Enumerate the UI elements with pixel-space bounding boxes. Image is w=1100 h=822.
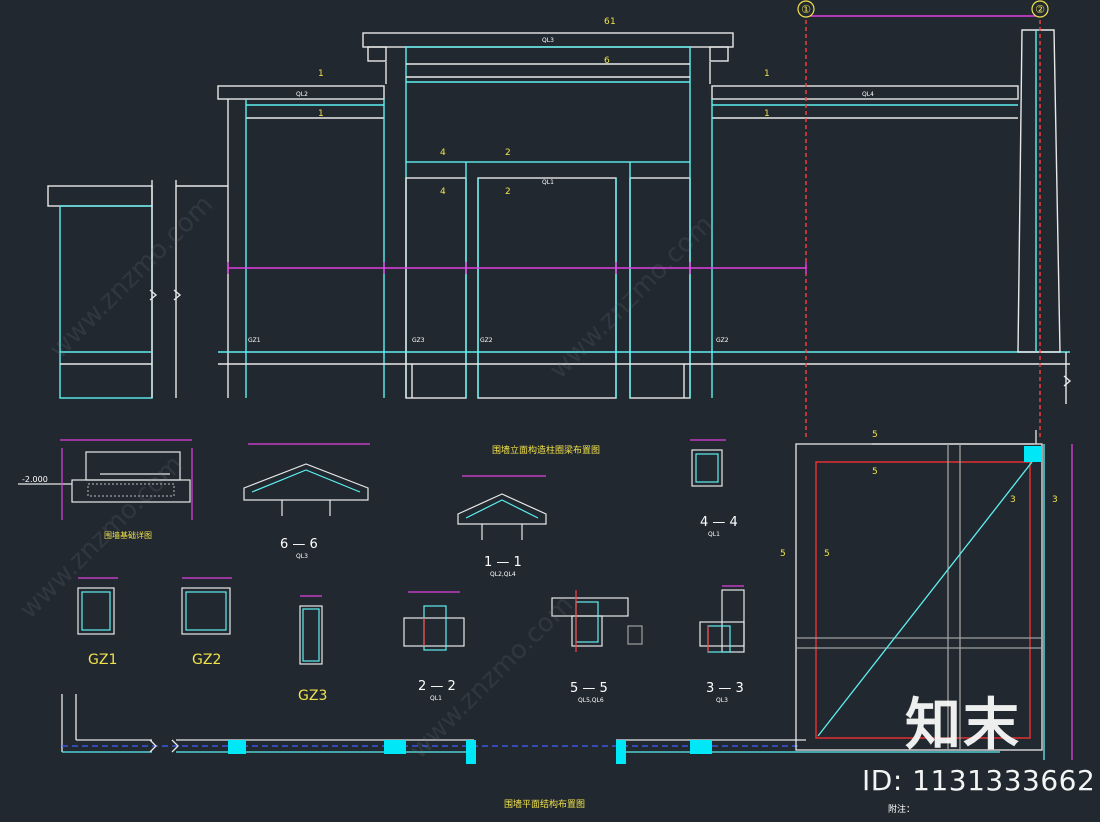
section-mark: 4 xyxy=(440,187,446,197)
axis-2-label: ② xyxy=(1035,3,1045,16)
section-3-3 xyxy=(699,585,745,653)
detail-mark: 3 xyxy=(1010,495,1016,505)
section-6-6-sub: QL3 xyxy=(296,553,308,560)
section-mark: 1 xyxy=(764,69,770,79)
watermark-logo: 知末 xyxy=(905,693,1021,758)
plan-title: 围墙平面结构布置图 xyxy=(504,798,585,810)
section-mark: 4 xyxy=(440,148,446,158)
corner-column-block xyxy=(1024,446,1042,462)
beam-label: QL4 xyxy=(862,91,874,98)
section-mark: 2 xyxy=(505,187,511,197)
section-4-4-title: 4 — 4 xyxy=(700,515,738,530)
section-1-1 xyxy=(457,475,547,540)
section-6-6 xyxy=(243,443,370,516)
beam-label: QL1 xyxy=(542,179,554,186)
section-1-1-title: 1 — 1 xyxy=(484,555,522,570)
elevation-section-marks: 6 6 1 1 1 1 1 4 2 4 2 xyxy=(318,17,770,197)
section-mark: 1 xyxy=(318,109,324,119)
wall-plan xyxy=(61,694,1000,753)
section-6-6-title: 6 — 6 xyxy=(280,537,318,552)
section-2-2-sub: QL1 xyxy=(430,695,442,702)
detail-marks: 5 5 5 5 3 3 xyxy=(780,430,1058,559)
svg-text:www.znzmo.com: www.znzmo.com xyxy=(404,590,579,765)
detail-mark: 5 xyxy=(780,549,786,559)
watermark-id: ID: 1131333662 xyxy=(862,764,1096,797)
section-3-3-sub: QL3 xyxy=(716,697,728,704)
beam-label: QL3 xyxy=(542,37,554,44)
foundation-level: -2.000 xyxy=(22,475,48,484)
elevation-small-labels: QL3 QL2 QL1 QL4 GZ1 GZ3 GZ2 GZ2 xyxy=(248,37,874,344)
section-mark: 1 xyxy=(764,109,770,119)
section-2-2-title: 2 — 2 xyxy=(418,679,456,694)
notes-title: 附注： xyxy=(888,803,915,815)
section-4-4-sub: QL1 xyxy=(708,531,720,538)
beam-label: QL2 xyxy=(296,91,308,98)
section-3-3-title: 3 — 3 xyxy=(706,681,744,696)
detail-mark: 5 xyxy=(872,467,878,477)
column-gz1-title: GZ1 xyxy=(88,652,117,668)
column-gz2-title: GZ2 xyxy=(192,652,221,668)
watermark-site-text: www.znzmo.com www.znzmo.com www.znzmo.co… xyxy=(14,190,719,765)
detail-mark: 5 xyxy=(872,430,878,440)
svg-text:www.znzmo.com: www.znzmo.com xyxy=(44,190,219,365)
section-mark: 1 xyxy=(318,69,324,79)
section-1-1-sub: QL2,QL4 xyxy=(490,571,516,578)
detail-mark: 5 xyxy=(824,549,830,559)
section-5-5-sub: QL5,QL6 xyxy=(578,697,604,704)
elevation-title: 围墙立面构造柱圈梁布置图 xyxy=(492,444,600,456)
section-mark: 2 xyxy=(505,148,511,158)
column-label: GZ1 xyxy=(248,337,261,344)
section-2-2 xyxy=(403,591,465,651)
section-mark: 6 xyxy=(604,56,610,66)
column-label: GZ2 xyxy=(480,337,493,344)
section-5-5-title: 5 — 5 xyxy=(570,681,608,696)
column-label: GZ3 xyxy=(412,337,425,344)
column-gz3-title: GZ3 xyxy=(298,688,327,704)
section-mark: 1 xyxy=(610,17,616,27)
axis-bubbles: ① ② xyxy=(797,0,1049,18)
axis-1-label: ① xyxy=(801,3,811,16)
detail-mark: 3 xyxy=(1052,495,1058,505)
svg-text:www.znzmo.com: www.znzmo.com xyxy=(544,210,719,385)
column-label: GZ2 xyxy=(716,337,729,344)
section-4-4 xyxy=(690,439,726,487)
